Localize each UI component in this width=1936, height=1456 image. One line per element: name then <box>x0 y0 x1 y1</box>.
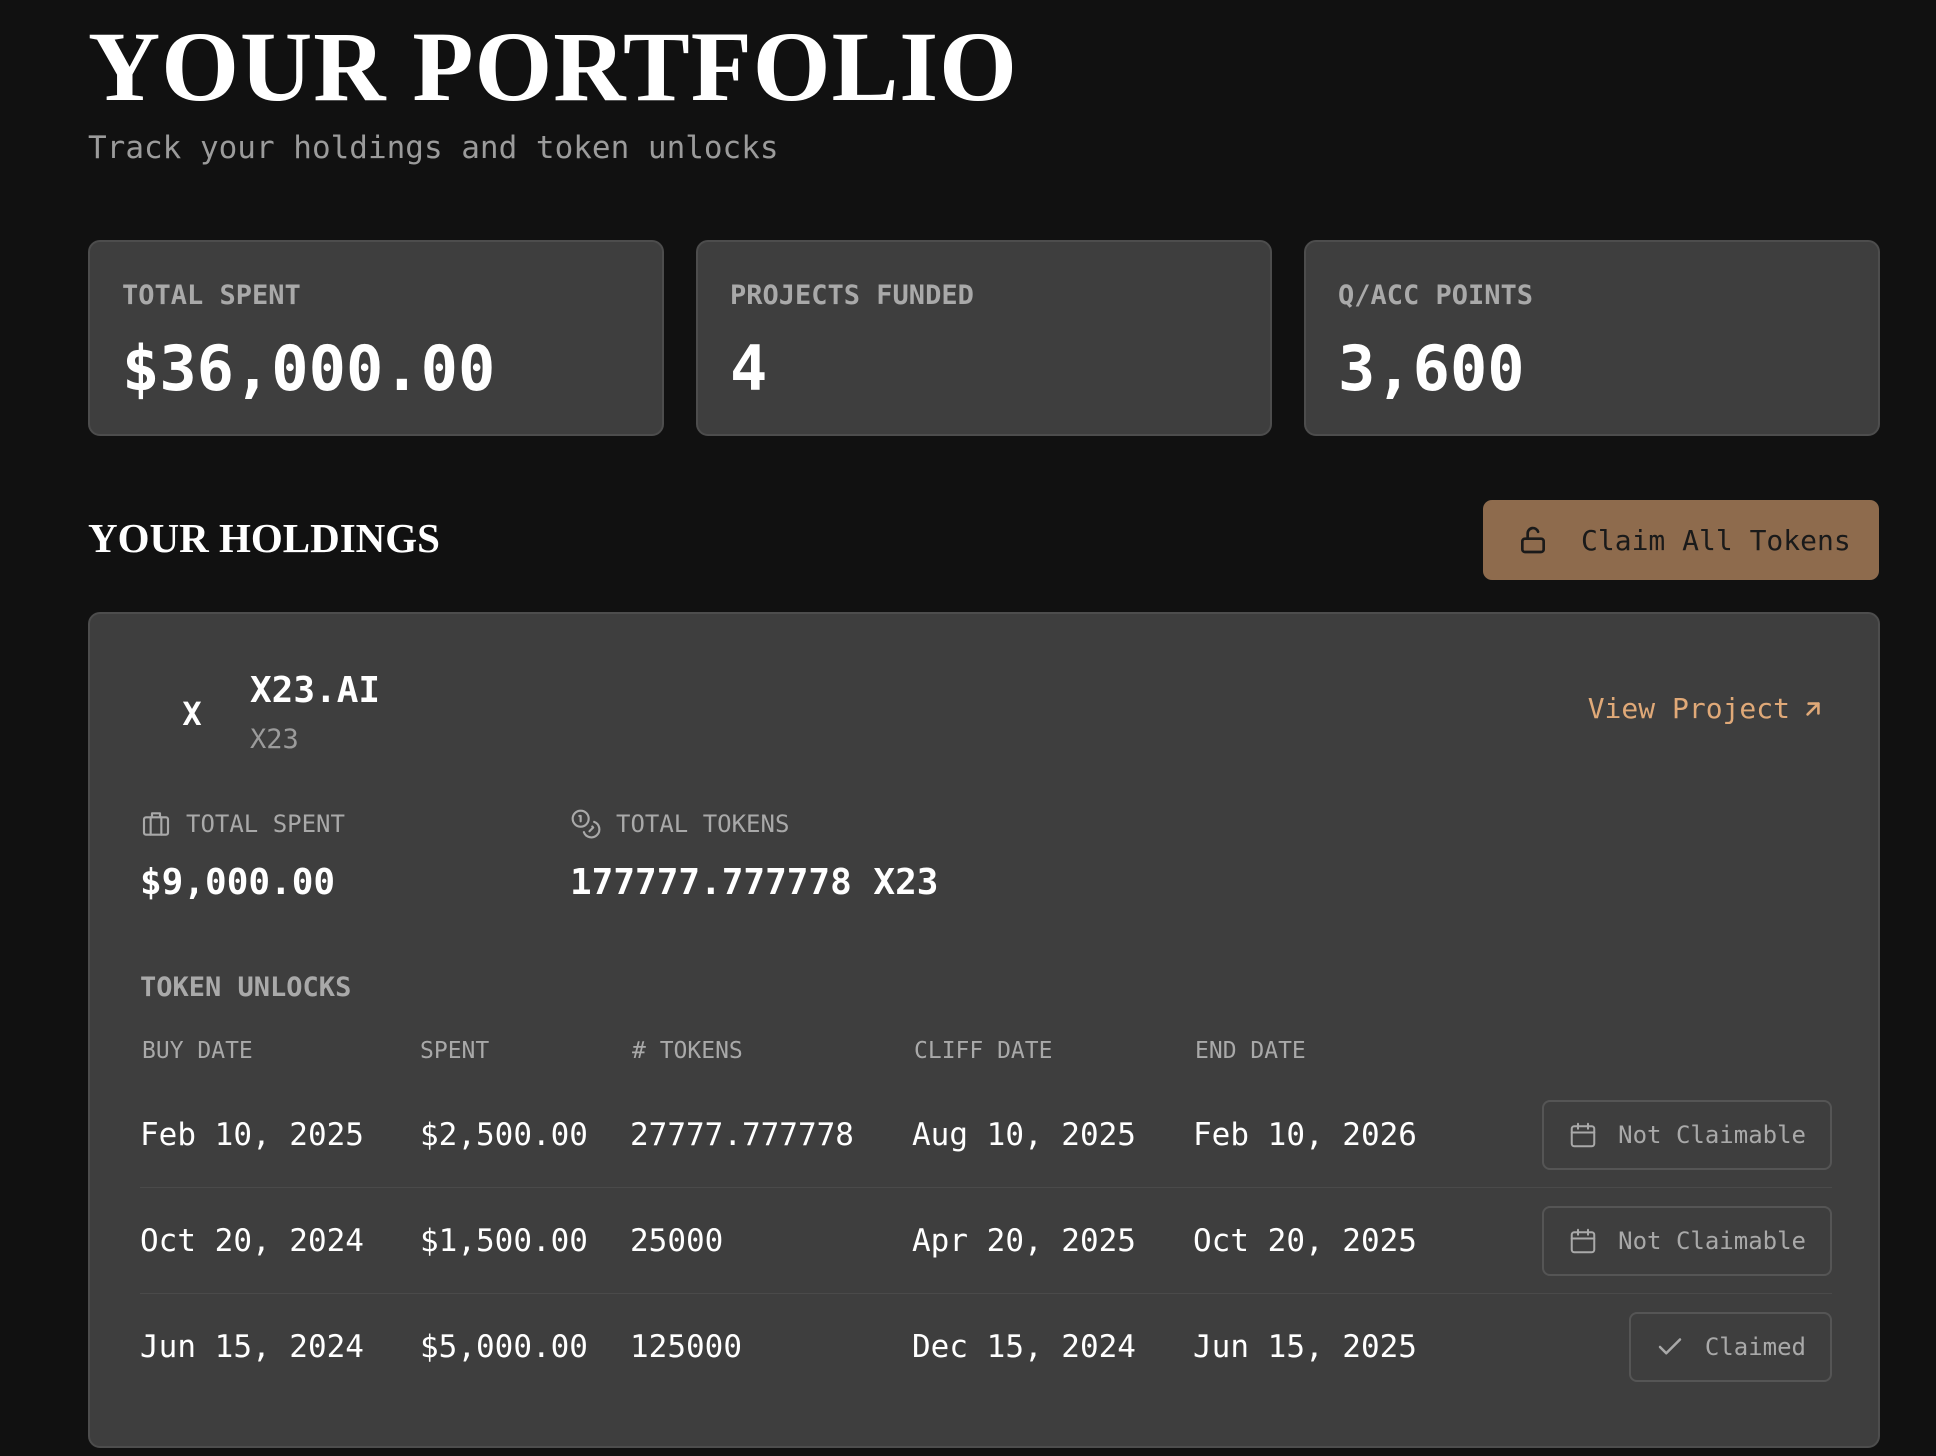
metric-label: TOTAL SPENT <box>186 810 345 838</box>
column-header-tokens: # TOKENS <box>632 1038 743 1064</box>
status-label: Not Claimable <box>1618 1226 1806 1255</box>
metric-value: $9,000.00 <box>140 862 336 903</box>
stats-row: TOTAL SPENT $36,000.00 PROJECTS FUNDED 4… <box>88 240 1880 436</box>
holdings-title: YOUR HOLDINGS <box>88 515 440 561</box>
status-label: Not Claimable <box>1618 1120 1806 1149</box>
token-unlocks-title: TOKEN UNLOCKS <box>140 972 352 1003</box>
stat-label: PROJECTS FUNDED <box>730 280 974 311</box>
claimed-button[interactable]: Claimed <box>1628 1312 1832 1382</box>
table-row: Feb 10, 2025 $2,500.00 27777.777778 Aug … <box>140 1082 1832 1188</box>
check-icon <box>1658 1338 1682 1355</box>
cell-end-date: Oct 20, 2025 <box>1193 1222 1417 1259</box>
project-name: X23.AI <box>250 670 381 711</box>
column-header-buy-date: BUY DATE <box>142 1038 253 1064</box>
stat-card-projects-funded: PROJECTS FUNDED 4 <box>696 240 1272 436</box>
project-ticker: X23 <box>250 724 299 755</box>
metric-label: TOTAL TOKENS <box>616 810 790 838</box>
coins-icon <box>571 809 601 839</box>
briefcase-icon <box>142 812 170 836</box>
table-row: Oct 20, 2024 $1,500.00 25000 Apr 20, 202… <box>140 1188 1832 1294</box>
project-avatar: X <box>182 695 202 733</box>
calendar-icon <box>1570 1122 1596 1147</box>
cell-end-date: Jun 15, 2025 <box>1193 1329 1417 1365</box>
status-label: Claimed <box>1704 1333 1806 1361</box>
stat-value: $36,000.00 <box>122 332 496 405</box>
cell-buy-date: Oct 20, 2024 <box>140 1222 364 1259</box>
claim-all-tokens-button[interactable]: Claim All Tokens <box>1483 500 1879 580</box>
column-header-end-date: END DATE <box>1195 1038 1306 1064</box>
arrow-up-right-icon <box>1806 701 1820 716</box>
view-project-link[interactable]: View Project <box>1588 692 1826 725</box>
claim-all-label: Claim All Tokens <box>1581 523 1851 557</box>
not-claimable-button[interactable]: Not Claimable <box>1542 1099 1832 1170</box>
cell-buy-date: Jun 15, 2024 <box>140 1329 364 1365</box>
column-header-spent: SPENT <box>420 1038 490 1064</box>
metric-total-spent: TOTAL SPENT $9,000.00 <box>140 808 345 903</box>
cell-spent: $2,500.00 <box>420 1116 588 1153</box>
stat-label: Q/ACC POINTS <box>1338 280 1534 311</box>
column-header-cliff-date: CLIFF DATE <box>914 1038 1053 1064</box>
stat-value: 4 <box>730 332 768 405</box>
cell-tokens: 125000 <box>630 1329 742 1365</box>
page-title: YOUR PORTFOLIO <box>88 11 1018 122</box>
not-claimable-button[interactable]: Not Claimable <box>1542 1205 1832 1276</box>
cell-spent: $1,500.00 <box>420 1222 588 1259</box>
table-row: Jun 15, 2024 $5,000.00 125000 Dec 15, 20… <box>140 1294 1832 1400</box>
stat-card-qacc-points: Q/ACC POINTS 3,600 <box>1304 240 1880 436</box>
stat-label: TOTAL SPENT <box>122 280 301 311</box>
page-subtitle: Track your holdings and token unlocks <box>88 130 779 166</box>
metric-total-tokens: TOTAL TOKENS 177777.777778 X23 <box>570 808 938 903</box>
cell-cliff-date: Apr 20, 2025 <box>912 1222 1136 1259</box>
view-project-label: View Project <box>1587 692 1790 725</box>
cell-spent: $5,000.00 <box>420 1329 588 1365</box>
stat-value: 3,600 <box>1338 332 1525 405</box>
cell-buy-date: Feb 10, 2025 <box>140 1116 364 1153</box>
cell-cliff-date: Aug 10, 2025 <box>912 1116 1136 1153</box>
cell-tokens: 25000 <box>630 1222 724 1259</box>
stat-card-total-spent: TOTAL SPENT $36,000.00 <box>88 240 664 436</box>
calendar-icon <box>1570 1228 1596 1253</box>
cell-tokens: 27777.777778 <box>630 1116 854 1153</box>
cell-end-date: Feb 10, 2026 <box>1193 1116 1417 1153</box>
cell-cliff-date: Dec 15, 2024 <box>912 1329 1136 1365</box>
metric-value: 177777.777778 X23 <box>570 862 939 903</box>
holding-card-x23: X X23.AI X23 View Project TOTAL SPENT $9… <box>88 612 1880 1448</box>
unlock-icon <box>1521 526 1545 554</box>
